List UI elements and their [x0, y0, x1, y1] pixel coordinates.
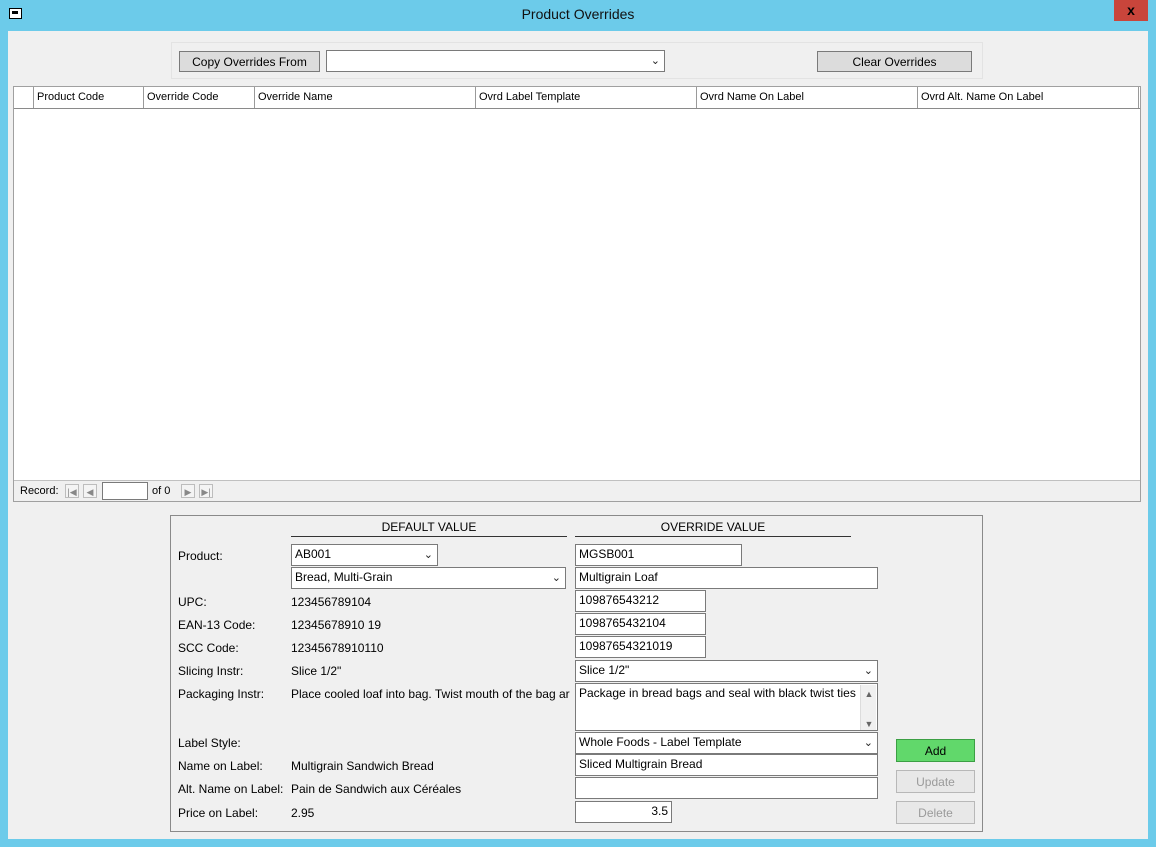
upc-label: UPC:: [178, 595, 207, 609]
column-header-override-name[interactable]: Override Name: [255, 87, 476, 108]
column-header-name-on-label[interactable]: Ovrd Name On Label: [697, 87, 918, 108]
slicing-label: Slicing Instr:: [178, 664, 244, 678]
override-name-on-label-input[interactable]: Sliced Multigrain Bread: [575, 754, 878, 776]
default-product-code: AB001: [295, 547, 332, 561]
label-style-label: Label Style:: [178, 736, 241, 750]
default-value-header: DEFAULT VALUE: [291, 520, 567, 537]
chevron-down-icon: ⌄: [863, 737, 873, 749]
record-label: Record:: [20, 485, 59, 497]
default-product-name-select[interactable]: Bread, Multi-Grain ⌄: [291, 567, 566, 589]
override-packaging-textarea[interactable]: Package in bread bags and seal with blac…: [575, 683, 878, 731]
scroll-up-icon[interactable]: ▲: [861, 687, 877, 702]
chevron-down-icon: ⌄: [551, 572, 561, 584]
window-title: Product Overrides: [521, 6, 635, 22]
row-selector-header[interactable]: [14, 87, 34, 108]
grid-body[interactable]: [14, 109, 1140, 481]
chevron-down-icon: ⌄: [650, 55, 660, 67]
update-button[interactable]: Update: [896, 770, 975, 793]
alt-name-label: Alt. Name on Label:: [178, 782, 284, 796]
column-header-override-code[interactable]: Override Code: [144, 87, 255, 108]
scroll-down-icon[interactable]: ▼: [861, 717, 877, 730]
product-label: Product:: [178, 549, 223, 563]
add-button[interactable]: Add: [896, 739, 975, 762]
default-product-name: Bread, Multi-Grain: [295, 570, 393, 584]
column-header-product-code[interactable]: Product Code: [34, 87, 144, 108]
override-slicing-select[interactable]: Slice 1/2" ⌄: [575, 660, 878, 682]
price-label: Price on Label:: [178, 806, 259, 820]
override-name-input[interactable]: Multigrain Loaf: [575, 567, 878, 589]
default-product-code-select[interactable]: AB001 ⌄: [291, 544, 438, 566]
override-ean-input[interactable]: 1098765432104: [575, 613, 706, 635]
ean-label: EAN-13 Code:: [178, 618, 256, 632]
record-total: of 0: [152, 485, 171, 497]
override-value-header: OVERRIDE VALUE: [575, 520, 851, 537]
override-slicing-value: Slice 1/2": [579, 663, 630, 677]
copy-overrides-from-button[interactable]: Copy Overrides From: [179, 51, 320, 72]
next-record-icon[interactable]: ▶: [181, 484, 195, 498]
default-scc: 12345678910110: [291, 641, 384, 655]
override-code-input[interactable]: MGSB001: [575, 544, 742, 566]
override-price-input[interactable]: 3.5: [575, 801, 672, 823]
scc-label: SCC Code:: [178, 641, 239, 655]
packaging-scrollbar[interactable]: ▲ ▼: [860, 685, 876, 730]
default-alt-name: Pain de Sandwich aux Céréales: [291, 782, 462, 796]
copy-from-select[interactable]: ⌄: [326, 50, 665, 72]
name-on-label-label: Name on Label:: [178, 759, 263, 773]
override-upc-input[interactable]: 109876543212: [575, 590, 706, 612]
overrides-grid[interactable]: Product Code Override Code Override Name…: [13, 86, 1141, 502]
clear-overrides-button[interactable]: Clear Overrides: [817, 51, 972, 72]
default-price: 2.95: [291, 806, 315, 820]
delete-button[interactable]: Delete: [896, 801, 975, 824]
close-button[interactable]: x: [1114, 0, 1148, 21]
previous-record-icon[interactable]: ◀: [83, 484, 97, 498]
override-packaging-text: Package in bread bags and seal with blac…: [579, 686, 856, 700]
default-ean: 12345678910 19: [291, 618, 382, 632]
default-slicing: Slice 1/2": [291, 664, 342, 678]
default-packaging: Place cooled loaf into bag. Twist mouth …: [291, 687, 570, 701]
record-number-input[interactable]: [102, 482, 148, 500]
chevron-down-icon: ⌄: [863, 665, 873, 677]
chevron-down-icon: ⌄: [423, 549, 433, 561]
override-alt-name-input[interactable]: [575, 777, 878, 799]
column-header-label-template[interactable]: Ovrd Label Template: [476, 87, 697, 108]
packaging-label: Packaging Instr:: [178, 687, 265, 701]
first-record-icon[interactable]: |◀: [65, 484, 79, 498]
default-upc: 123456789104: [291, 595, 372, 609]
record-navigator: Record: |◀ ◀ of 0 ▶ ▶|: [14, 481, 1140, 501]
grid-header: Product Code Override Code Override Name…: [14, 87, 1140, 109]
override-scc-input[interactable]: 10987654321019: [575, 636, 706, 658]
override-label-style-select[interactable]: Whole Foods - Label Template ⌄: [575, 732, 878, 754]
default-name-on-label: Multigrain Sandwich Bread: [291, 759, 434, 773]
column-header-alt-name-on-label[interactable]: Ovrd Alt. Name On Label: [918, 87, 1139, 108]
override-label-style-value: Whole Foods - Label Template: [579, 735, 742, 749]
last-record-icon[interactable]: ▶|: [199, 484, 213, 498]
